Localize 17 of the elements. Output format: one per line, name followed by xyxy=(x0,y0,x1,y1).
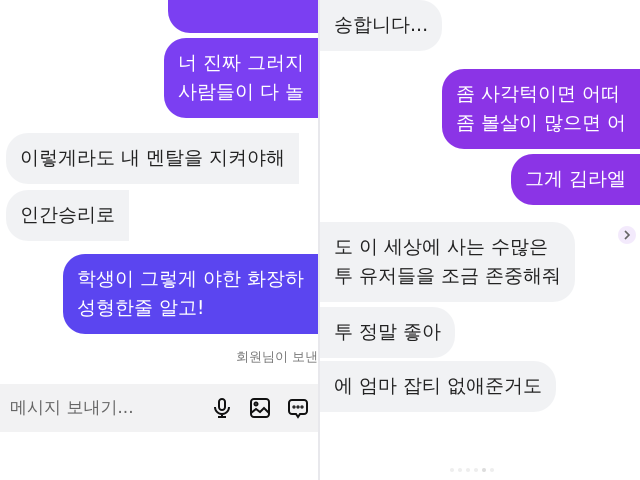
received-message: 투 정말 좋아 xyxy=(320,307,456,358)
received-message: 송합니다... xyxy=(320,0,442,51)
sent-status: 회원님이 보낸 xyxy=(234,349,318,366)
sent-message: 그게 김라엘 xyxy=(510,154,640,205)
next-button[interactable] xyxy=(618,226,636,244)
chevron-icon xyxy=(623,230,631,240)
received-message: 에 엄마 잡티 없애준거도 xyxy=(320,361,556,412)
message-composer[interactable]: 메시지 보내기... xyxy=(0,384,318,432)
image-icon[interactable] xyxy=(248,396,272,420)
received-message: 도 이 세상에 사는 수많은 투 유저들을 조금 존중해줘 xyxy=(320,222,576,302)
sent-message: 너 진짜 그러지 사람들이 다 놀 xyxy=(164,38,318,118)
message-field[interactable]: 메시지 보내기... xyxy=(8,397,196,419)
sent-message: 학생이 그렇게 야한 화장하 성형한줄 알고! xyxy=(62,254,318,334)
received-message: 인간승리로 xyxy=(6,190,129,241)
received-message: 이렇게라도 내 멘탈을 지켜야해 xyxy=(6,133,300,184)
sent-message: 좀 사각턱이면 어떠 좀 볼살이 많으면 어 xyxy=(442,69,640,149)
chat-icon[interactable] xyxy=(286,396,310,420)
